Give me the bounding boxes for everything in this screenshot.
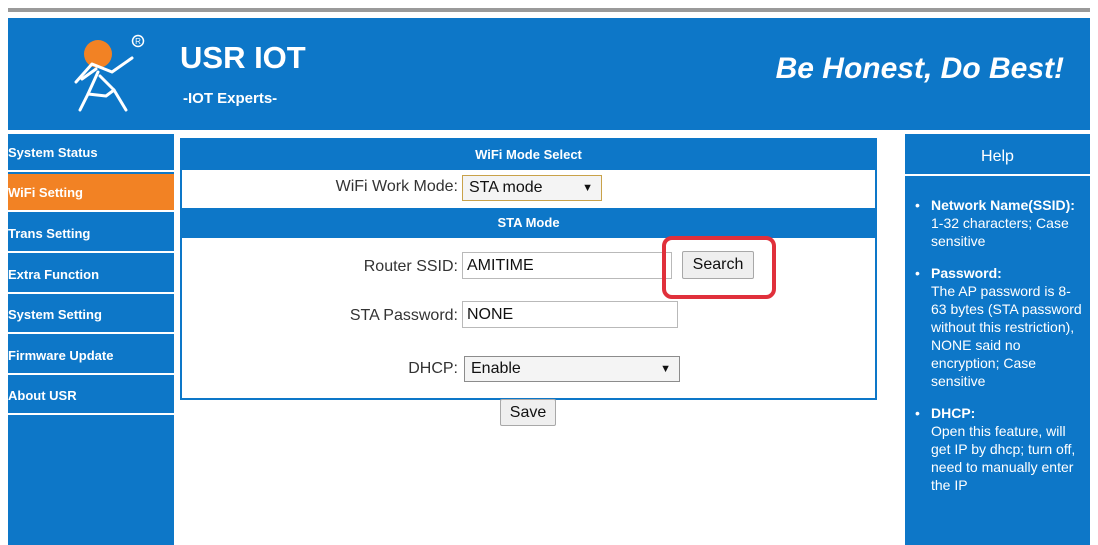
chevron-down-icon: ▼ bbox=[582, 182, 593, 194]
help-item-password: Password: The AP password is 8-63 bytes … bbox=[913, 264, 1085, 390]
work-mode-value: STA mode bbox=[469, 179, 543, 196]
dhcp-select[interactable]: Enable ▼ bbox=[464, 356, 680, 382]
search-highlight-annotation bbox=[662, 236, 776, 299]
help-text: The AP password is 8-63 bytes (STA passw… bbox=[931, 283, 1082, 389]
help-term: DHCP: bbox=[931, 405, 976, 421]
sidebar-item-wifi-setting[interactable]: WiFi Setting bbox=[8, 174, 174, 212]
brand-subtitle: -IOT Experts- bbox=[183, 90, 278, 107]
dhcp-label: DHCP: bbox=[408, 360, 458, 377]
sta-password-input[interactable]: NONE bbox=[462, 301, 678, 328]
help-text: 1-32 characters; Case sensitive bbox=[931, 215, 1069, 249]
dhcp-value: Enable bbox=[471, 360, 521, 377]
help-list: Network Name(SSID): 1-32 characters; Cas… bbox=[913, 196, 1085, 508]
help-text: Open this feature, will get IP by dhcp; … bbox=[931, 423, 1076, 493]
work-mode-select[interactable]: STA mode ▼ bbox=[462, 175, 602, 201]
help-term: Network Name(SSID): bbox=[931, 197, 1075, 213]
router-ssid-label: Router SSID: bbox=[363, 258, 458, 275]
svg-text:R: R bbox=[135, 37, 141, 46]
sidebar-item-system-setting[interactable]: System Setting bbox=[8, 296, 174, 334]
logo-icon: R bbox=[74, 34, 145, 112]
sta-password-label: STA Password: bbox=[349, 307, 458, 324]
header-banner: R USR IOT -IOT Experts- Be Honest, Do Be… bbox=[8, 18, 1090, 130]
top-rule bbox=[8, 8, 1090, 12]
help-title: Help bbox=[905, 138, 1090, 176]
help-item-ssid: Network Name(SSID): 1-32 characters; Cas… bbox=[913, 196, 1085, 250]
sidebar: System Status WiFi Setting Trans Setting… bbox=[8, 134, 174, 545]
sidebar-item-system-status[interactable]: System Status bbox=[8, 134, 174, 172]
help-item-dhcp: DHCP: Open this feature, will get IP by … bbox=[913, 404, 1085, 494]
sta-mode-section-header: STA Mode bbox=[182, 208, 875, 238]
slogan: Be Honest, Do Best! bbox=[775, 52, 1064, 85]
help-term: Password: bbox=[931, 265, 1002, 281]
chevron-down-icon: ▼ bbox=[660, 363, 671, 375]
wifi-mode-section-header: WiFi Mode Select bbox=[182, 140, 875, 170]
page-frame: R USR IOT -IOT Experts- Be Honest, Do Be… bbox=[0, 0, 1098, 545]
sidebar-item-trans-setting[interactable]: Trans Setting bbox=[8, 215, 174, 253]
work-mode-label: WiFi Work Mode: bbox=[335, 178, 458, 195]
brand-title: USR IOT bbox=[180, 40, 306, 75]
save-button[interactable]: Save bbox=[500, 399, 556, 426]
sidebar-item-about-usr[interactable]: About USR bbox=[8, 377, 174, 415]
router-ssid-input[interactable]: AMITIME bbox=[462, 252, 672, 279]
sidebar-item-firmware-update[interactable]: Firmware Update bbox=[8, 337, 174, 375]
help-panel: Help Network Name(SSID): 1-32 characters… bbox=[905, 134, 1090, 545]
sidebar-item-extra-function[interactable]: Extra Function bbox=[8, 256, 174, 294]
